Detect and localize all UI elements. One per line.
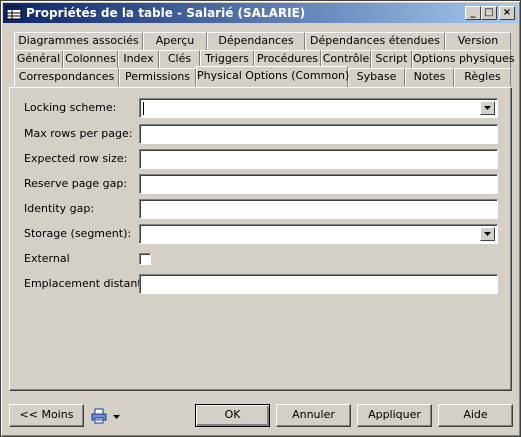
maximize-icon: □	[484, 7, 494, 18]
remote-location-label: Emplacement distant :	[24, 277, 149, 290]
tab-options-physiques[interactable]: Options physiques	[412, 50, 515, 68]
tab-regles[interactable]: Règles	[454, 68, 511, 86]
tab-permissions[interactable]: Permissions	[119, 68, 196, 86]
storage-select[interactable]	[139, 224, 498, 244]
max-rows-label: Max rows per page:	[24, 127, 133, 140]
external-checkbox[interactable]	[139, 253, 151, 265]
help-button[interactable]: Aide	[438, 404, 513, 427]
tab-sybase[interactable]: Sybase	[348, 68, 405, 86]
tab-physical-options-common[interactable]: Physical Options (Common)	[196, 66, 349, 87]
chevron-down-icon	[113, 415, 120, 419]
apply-button[interactable]: Appliquer	[357, 404, 432, 427]
chevron-down-icon	[484, 106, 491, 110]
tab-colonnes[interactable]: Colonnes	[63, 50, 118, 68]
identity-gap-label: Identity gap:	[24, 202, 95, 215]
external-label: External	[24, 252, 70, 265]
reserve-page-gap-label: Reserve page gap:	[24, 177, 128, 190]
tab-dependances-etendues[interactable]: Dépendances étendues	[305, 32, 445, 50]
remote-location-input[interactable]	[139, 274, 498, 294]
expected-row-size-input[interactable]	[139, 149, 498, 169]
storage-label: Storage (segment):	[24, 227, 132, 240]
minimize-button[interactable]: _	[465, 6, 481, 20]
print-icon	[91, 408, 107, 424]
ok-button[interactable]: OK	[195, 404, 270, 427]
tab-diagrammes-associes[interactable]: Diagrammes associés	[14, 32, 143, 50]
window-title: Propriétés de la table - Salarié (SALARI…	[26, 6, 306, 20]
reserve-page-gap-input[interactable]	[139, 174, 498, 194]
text-caret	[143, 102, 144, 115]
less-button[interactable]: << Moins	[9, 404, 84, 427]
minimize-icon: _	[470, 7, 476, 18]
locking-scheme-select[interactable]	[139, 98, 498, 118]
cancel-button[interactable]: Annuler	[276, 404, 351, 427]
close-button[interactable]: ×	[499, 6, 515, 20]
table-icon	[6, 6, 22, 20]
locking-scheme-label: Locking scheme:	[24, 101, 117, 114]
tab-correspondances[interactable]: Correspondances	[14, 68, 119, 86]
maximize-button[interactable]: □	[481, 6, 497, 20]
identity-gap-input[interactable]	[139, 199, 498, 219]
close-icon: ×	[502, 7, 512, 18]
tab-apercu[interactable]: Aperçu	[143, 32, 207, 50]
tab-script[interactable]: Script	[371, 50, 412, 68]
tab-general[interactable]: Général	[14, 50, 63, 68]
tools-menu-button[interactable]	[89, 406, 127, 426]
dropdown-button[interactable]	[480, 101, 495, 115]
tab-notes[interactable]: Notes	[405, 68, 454, 86]
max-rows-input[interactable]	[139, 124, 498, 144]
chevron-down-icon	[484, 232, 491, 236]
tab-cles[interactable]: Clés	[159, 50, 200, 68]
tab-index[interactable]: Index	[118, 50, 159, 68]
tab-dependances[interactable]: Dépendances	[207, 32, 305, 50]
properties-dialog: Propriétés de la table - Salarié (SALARI…	[0, 0, 521, 437]
dropdown-button[interactable]	[480, 227, 495, 241]
tab-version[interactable]: Version	[445, 32, 511, 50]
expected-row-size-label: Expected row size:	[24, 152, 128, 165]
title-bar: Propriétés de la table - Salarié (SALARI…	[3, 3, 518, 23]
